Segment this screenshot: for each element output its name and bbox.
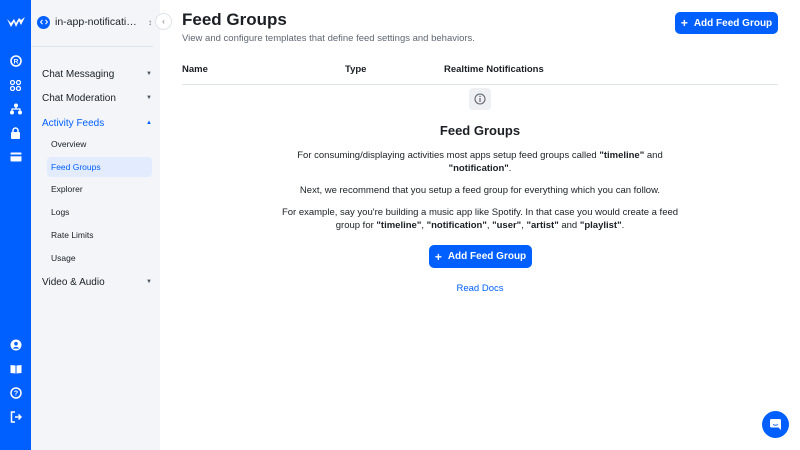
svg-text:?: ?: [13, 391, 17, 398]
sidebar-item-label: Chat Moderation: [42, 92, 116, 104]
column-header-realtime: Realtime Notifications: [444, 64, 544, 75]
app-name: in-app-notificatio…: [55, 16, 141, 28]
help-icon[interactable]: ?: [9, 386, 23, 400]
keyword: "playlist": [579, 220, 622, 231]
text: and: [644, 150, 663, 161]
sidebar-item-activity-feeds[interactable]: Activity Feeds ▲: [42, 115, 152, 131]
apps-icon[interactable]: R: [9, 54, 23, 68]
empty-state-title: Feed Groups: [439, 123, 521, 138]
app-code-icon: [37, 15, 50, 29]
org-icon[interactable]: [9, 102, 23, 116]
sidebar-item-label: Activity Feeds: [42, 117, 105, 129]
support-chat-button[interactable]: [762, 411, 789, 438]
caret-down-icon: ▼: [146, 95, 152, 101]
add-feed-group-label: Add Feed Group: [693, 17, 773, 29]
keyword: "notification": [426, 220, 487, 231]
sidebar-subitem-explorer[interactable]: Explorer: [47, 179, 152, 199]
logo-icon[interactable]: [6, 15, 25, 29]
collapse-sidebar-button[interactable]: ‹: [155, 13, 172, 30]
table-header-divider: [182, 84, 778, 85]
sidebar-subitem-overview[interactable]: Overview: [47, 134, 152, 154]
svg-text:R: R: [13, 59, 18, 66]
keyword: "artist": [526, 220, 559, 231]
sidebar-subitem-feed-groups[interactable]: Feed Groups: [47, 157, 152, 177]
text: .: [621, 220, 625, 231]
text: For consuming/displaying activities most…: [297, 150, 600, 161]
plus-icon: +: [680, 16, 688, 30]
sidebar-item-video-audio[interactable]: Video & Audio ▼: [42, 274, 152, 290]
sidebar-item-label: Video & Audio: [42, 276, 105, 288]
plus-icon: +: [434, 249, 442, 264]
sidebar-item-chat-moderation[interactable]: Chat Moderation ▼: [42, 90, 152, 106]
caret-down-icon: ▼: [146, 279, 152, 285]
page-title: Feed Groups: [182, 10, 287, 29]
nav-rail: R ?: [0, 0, 31, 450]
sidebar-item-label: Chat Messaging: [42, 68, 115, 80]
caret-down-icon: ▼: [146, 71, 152, 77]
read-docs-link[interactable]: Read Docs: [430, 283, 530, 294]
account-icon[interactable]: [9, 338, 23, 352]
grid-icon[interactable]: [9, 78, 23, 92]
sidebar-subitem-usage[interactable]: Usage: [47, 248, 152, 268]
lock-icon[interactable]: [9, 126, 23, 140]
sidebar-subitem-rate-limits[interactable]: Rate Limits: [47, 225, 152, 245]
caret-up-icon: ▲: [146, 120, 152, 126]
page-subtitle: View and configure templates that define…: [182, 33, 475, 44]
sidebar-item-chat-messaging[interactable]: Chat Messaging ▼: [42, 66, 152, 82]
chat-icon: [770, 419, 781, 430]
info-icon: [469, 88, 491, 110]
keyword: "user": [492, 220, 522, 231]
docs-icon[interactable]: [9, 362, 23, 376]
text: and: [558, 220, 580, 231]
sidebar-divider: [31, 46, 153, 47]
column-header-name: Name: [182, 64, 208, 75]
add-feed-group-label: Add Feed Group: [447, 251, 527, 262]
chevron-left-icon: ‹: [162, 17, 165, 26]
text: .: [508, 163, 512, 174]
chevron-updown-icon: ↕: [148, 17, 152, 27]
logout-icon[interactable]: [9, 410, 23, 424]
empty-state-paragraph-3: For example, say you're building a music…: [275, 206, 685, 232]
add-feed-group-button[interactable]: + Add Feed Group: [675, 12, 778, 34]
sidebar-subitem-logs[interactable]: Logs: [47, 202, 152, 222]
keyword: "timeline": [599, 150, 645, 161]
keyword: "timeline": [376, 220, 422, 231]
column-header-type: Type: [345, 64, 367, 75]
empty-state-paragraph-1: For consuming/displaying activities most…: [275, 149, 685, 175]
billing-icon[interactable]: [9, 150, 23, 164]
add-feed-group-empty-button[interactable]: + Add Feed Group: [429, 245, 532, 268]
keyword: "notification": [448, 163, 509, 174]
empty-state-paragraph-2: Next, we recommend that you setup a feed…: [299, 185, 661, 196]
